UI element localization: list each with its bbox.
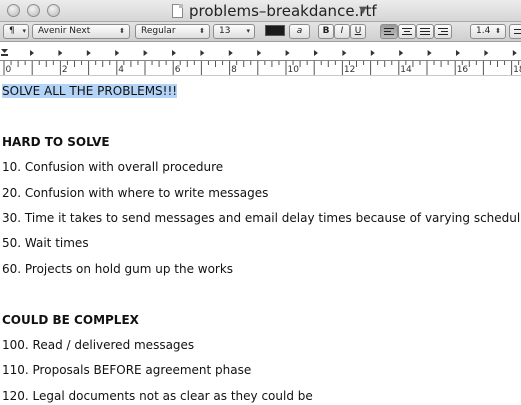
updown-icon: ⬍	[495, 27, 501, 35]
section-heading[interactable]: HARD TO SOLVE	[2, 134, 110, 151]
list-bullets-menu[interactable]	[509, 24, 521, 39]
ruler-label: 10	[288, 65, 300, 75]
highlight-color-button[interactable]: a	[289, 24, 310, 39]
ruler-label: 2	[62, 65, 68, 75]
text-line[interactable]: 100. Read / delivered messages	[2, 337, 194, 354]
indent-marker[interactable]	[1, 49, 8, 56]
text-line[interactable]: 20. Confusion with where to write messag…	[2, 185, 268, 202]
line-text: 50. Wait times	[2, 236, 89, 251]
paragraph-style-label: ¶	[9, 26, 15, 36]
tab-stop-marker[interactable]	[58, 50, 63, 56]
line-text: 10. Confusion with overall procedure	[2, 160, 224, 175]
align-right-icon	[438, 28, 448, 35]
tab-stop-marker[interactable]	[200, 50, 205, 56]
text-line[interactable]: 110. Proposals BEFORE agreement phase	[2, 362, 251, 379]
italic-label: I	[340, 26, 344, 36]
line-spacing-select[interactable]: 1.4 ⬍	[470, 24, 506, 39]
typeface-value: Regular	[141, 26, 176, 36]
highlight-label: a	[296, 26, 303, 36]
text-line[interactable]: 10. Confusion with overall procedure	[2, 159, 223, 176]
tab-stop-marker[interactable]	[370, 50, 375, 56]
line-text: 20. Confusion with where to write messag…	[2, 185, 269, 200]
window-title[interactable]: problems–breakdance.rtf	[189, 1, 377, 21]
tab-stop-marker[interactable]	[143, 50, 148, 56]
tab-stop-marker[interactable]	[285, 50, 290, 56]
text-line[interactable]: 120. Legal documents not as clear as the…	[2, 388, 313, 405]
typeface-select[interactable]: Regular ⬍	[135, 24, 210, 39]
section-heading[interactable]: COULD BE COMPLEX	[2, 312, 139, 329]
tab-stop-marker[interactable]	[484, 50, 489, 56]
line-text: HARD TO SOLVE	[2, 134, 110, 149]
tab-stop-marker[interactable]	[30, 50, 34, 56]
ruler-label: 14	[400, 65, 412, 75]
align-right-button[interactable]	[434, 24, 452, 39]
updown-icon: ⬍	[119, 27, 125, 35]
tab-stop-marker[interactable]	[427, 50, 432, 56]
close-window-button[interactable]	[7, 4, 20, 17]
align-justify-icon	[420, 28, 430, 35]
tab-stop-marker[interactable]	[399, 50, 404, 56]
selected-text-line[interactable]: SOLVE ALL THE PROBLEMS!!!	[2, 83, 178, 100]
ruler-label: 6	[175, 65, 181, 75]
ruler-label: 16	[457, 65, 469, 75]
italic-button[interactable]: I	[334, 24, 350, 39]
font-size-value: 13	[219, 26, 231, 36]
font-size-combo[interactable]: 13 ▾	[213, 24, 255, 39]
line-text: COULD BE COMPLEX	[2, 312, 139, 327]
line-text: 30. Time it takes to send messages and e…	[2, 211, 521, 225]
zoom-window-button[interactable]	[47, 4, 60, 17]
ruler-label: 18	[513, 65, 521, 75]
underline-button[interactable]: U	[350, 24, 366, 39]
title-bar: problems–breakdance.rtf ▼	[0, 0, 521, 22]
format-toolbar: ¶ ▾ Avenir Next ⬍ Regular ⬍ 13 ▾ a B I U 1.4…	[0, 22, 521, 42]
tab-stop-marker[interactable]	[86, 50, 91, 56]
tab-stop-marker[interactable]	[172, 50, 176, 56]
align-center-icon	[402, 28, 412, 35]
paragraph-style-menu[interactable]: ¶ ▾	[3, 24, 29, 39]
tab-stop-marker[interactable]	[456, 50, 460, 56]
title-menu-triangle-down-icon[interactable]: ▼	[359, 3, 367, 19]
list-icon	[514, 29, 521, 34]
ruler-label: 12	[344, 65, 355, 75]
ruler[interactable]: 0 2 4 6 8 10 12 14 16 18	[0, 42, 521, 76]
tab-stop-marker[interactable]	[257, 50, 262, 56]
tab-stop-marker[interactable]	[115, 50, 120, 56]
text-line[interactable]: 30. Time it takes to send messages and e…	[2, 210, 521, 227]
ruler-label: 4	[118, 65, 124, 75]
text-color-well[interactable]	[265, 25, 285, 36]
tab-stop-marker[interactable]	[512, 50, 517, 56]
align-left-button[interactable]	[380, 24, 398, 39]
ruler-scale: 0 2 4 6 8 10 12 14 16 18	[0, 49, 521, 75]
tab-stop-marker[interactable]	[314, 50, 318, 56]
document-icon[interactable]	[172, 4, 183, 18]
line-text: SOLVE ALL THE PROBLEMS!!!	[2, 84, 178, 98]
line-text: 100. Read / delivered messages	[2, 338, 195, 352]
align-center-button[interactable]	[398, 24, 416, 39]
minimize-window-button[interactable]	[27, 4, 40, 17]
bold-button[interactable]: B	[318, 24, 334, 39]
text-line[interactable]: 50. Wait times	[2, 235, 89, 252]
line-text: 120. Legal documents not as clear as the…	[2, 388, 313, 403]
chevron-down-icon: ▾	[246, 27, 250, 35]
line-text: 60. Projects on hold gum up the works	[2, 261, 234, 276]
font-family-select[interactable]: Avenir Next ⬍	[32, 24, 130, 39]
updown-icon: ⬍	[199, 27, 205, 35]
align-justify-button[interactable]	[416, 24, 434, 39]
line-text: 110. Proposals BEFORE agreement phase	[2, 363, 252, 378]
underline-label: U	[354, 26, 362, 36]
align-left-icon	[384, 28, 394, 35]
font-family-value: Avenir Next	[38, 26, 91, 36]
text-line[interactable]: 60. Projects on hold gum up the works	[2, 261, 233, 278]
line-spacing-value: 1.4	[476, 26, 491, 36]
ruler-label: 0	[6, 65, 12, 75]
tab-stop-marker[interactable]	[228, 50, 233, 56]
bold-label: B	[322, 26, 330, 36]
ruler-label: 8	[231, 65, 237, 75]
tab-stop-marker[interactable]	[342, 50, 347, 56]
